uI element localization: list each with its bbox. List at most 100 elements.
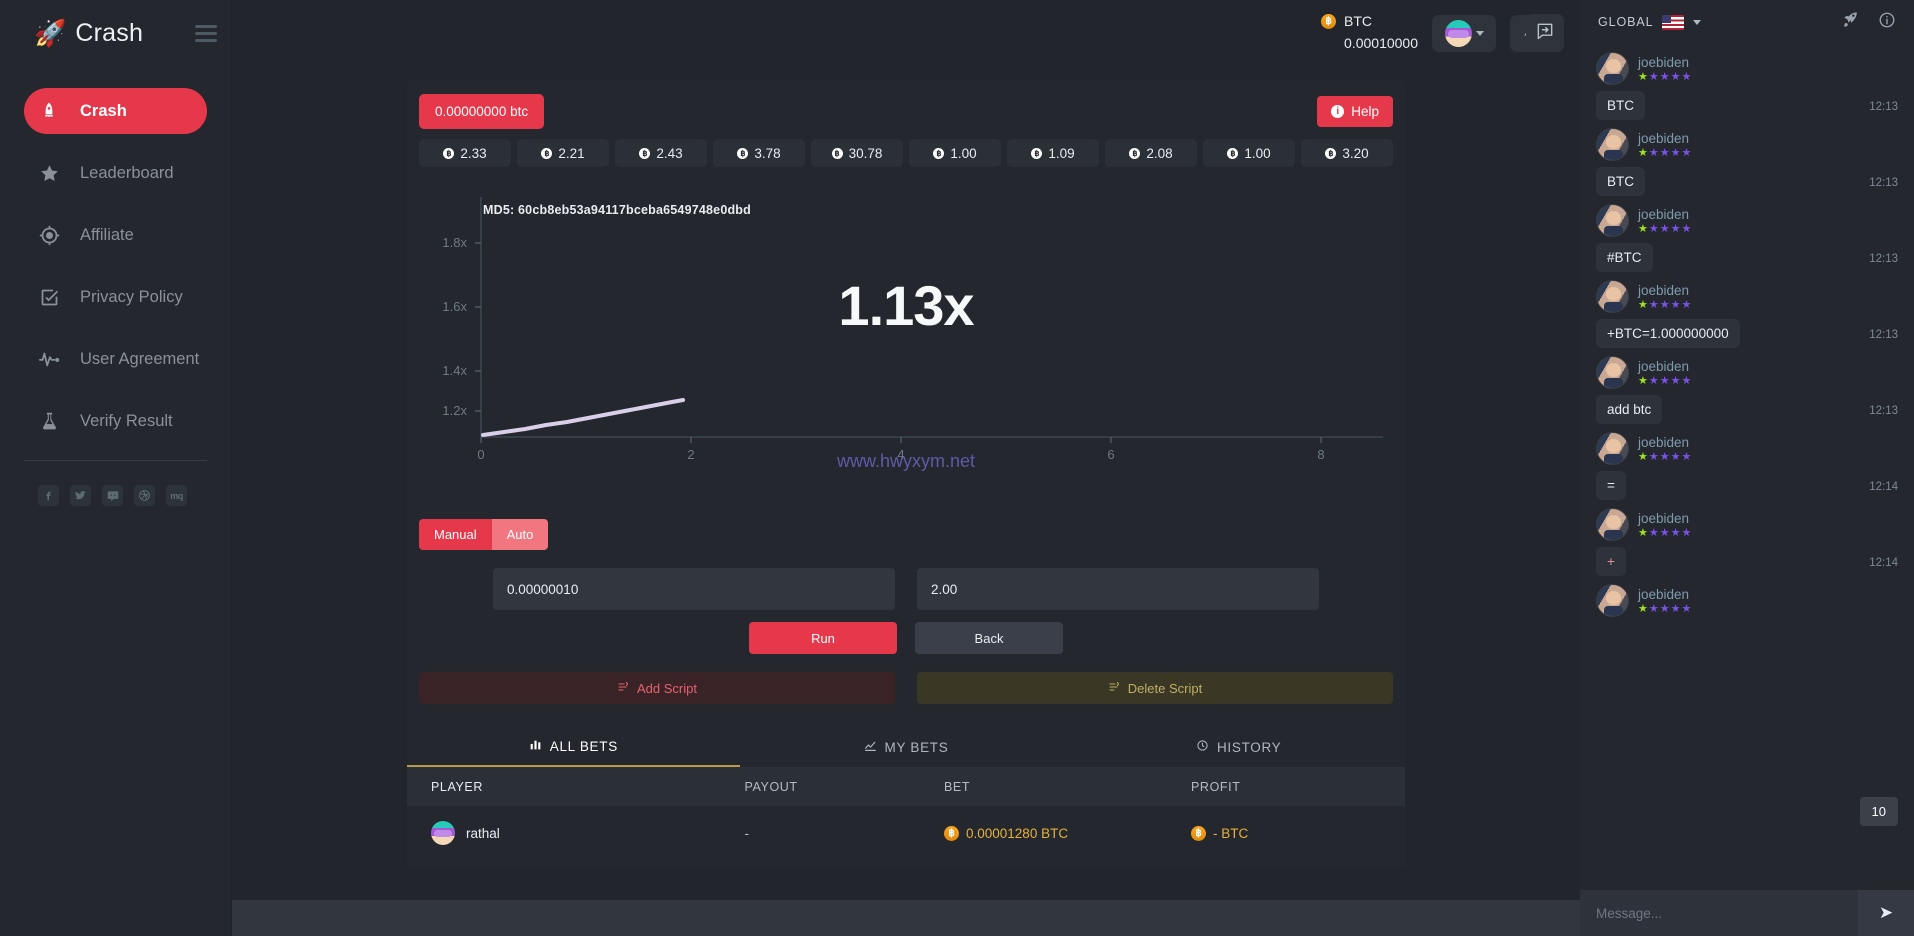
main-column: ฿ BTC 0.00010000 0.00000000 btc i Help ฿… (232, 0, 1580, 936)
help-button[interactable]: i Help (1317, 96, 1393, 127)
tab-my-bets[interactable]: MY BETS (740, 724, 1073, 767)
delete-script-button[interactable]: Delete Script (917, 672, 1393, 704)
bet-amount-value: 0.00000010 (507, 581, 579, 597)
action-buttons: Run Back (407, 610, 1405, 654)
chat-username[interactable]: joebiden (1638, 511, 1692, 526)
bar-chart-icon (529, 738, 542, 754)
script-buttons: Add Script Delete Script (407, 654, 1405, 704)
chat-message: joebiden ★★★★★ + 12:14 (1596, 508, 1898, 576)
history-chip[interactable]: ฿ 30.78 (811, 139, 903, 167)
brand[interactable]: 🚀 Crash (0, 0, 231, 66)
account-menu-button[interactable] (1432, 14, 1496, 52)
history-chip[interactable]: ฿ 2.33 (419, 139, 511, 167)
history-chip[interactable]: ฿ 1.00 (1203, 139, 1295, 167)
back-button[interactable]: Back (915, 622, 1063, 654)
chat-input[interactable]: Message... (1580, 890, 1858, 936)
sidebar-item-affiliate[interactable]: Affiliate (24, 212, 207, 258)
sidebar-item-verify-result[interactable]: Verify Result (24, 398, 207, 444)
btc-coin-icon: ฿ (933, 147, 945, 159)
dribbble-icon[interactable] (134, 485, 155, 506)
footer-panel (232, 900, 1580, 936)
history-chip[interactable]: ฿ 1.00 (909, 139, 1001, 167)
tab-all-bets[interactable]: ALL BETS (407, 724, 740, 767)
rocket-icon (38, 100, 60, 122)
add-script-button[interactable]: Add Script (419, 672, 895, 704)
btc-coin-icon: ฿ (737, 147, 749, 159)
avatar (1596, 204, 1629, 237)
chat-header: GLOBAL (1580, 0, 1914, 44)
balance-currency: BTC (1344, 13, 1373, 30)
btc-coin-icon: ฿ (1321, 14, 1337, 30)
tab-label: MY BETS (884, 739, 949, 755)
btc-coin-icon: ฿ (1227, 147, 1239, 159)
chat-username[interactable]: joebiden (1638, 207, 1692, 222)
sidebar: 🚀 Crash Crash Leaderboard Affiliate Priv… (0, 0, 232, 936)
mode-manual-button[interactable]: Manual (419, 519, 492, 550)
balance-amount: 0.00010000 (1344, 35, 1418, 51)
history-value: 2.08 (1146, 145, 1173, 161)
sidebar-item-privacy-policy[interactable]: Privacy Policy (24, 274, 207, 320)
avatar (1596, 508, 1629, 541)
history-chip[interactable]: ฿ 3.20 (1301, 139, 1393, 167)
info-icon: i (1331, 105, 1345, 118)
table-row[interactable]: rathal - ฿ 0.00001280 BTC ฿ - BTC (407, 806, 1405, 860)
tab-history[interactable]: HISTORY (1072, 724, 1405, 767)
chat-username[interactable]: joebiden (1638, 55, 1692, 70)
history-chip[interactable]: ฿ 2.21 (517, 139, 609, 167)
chat-panel-toggle-button[interactable] (1526, 14, 1564, 52)
auto-cashout-input[interactable]: 2.00 (917, 568, 1319, 610)
current-bet-chip[interactable]: 0.00000000 btc (419, 94, 545, 129)
chat-message: joebiden ★★★★★ BTC 12:13 (1596, 128, 1898, 196)
chat-username[interactable]: joebiden (1638, 131, 1692, 146)
history-chip[interactable]: ฿ 1.09 (1007, 139, 1099, 167)
mode-auto-button[interactable]: Auto (491, 519, 549, 550)
history-chip[interactable]: ฿ 2.43 (615, 139, 707, 167)
crash-chart: 1.8x 1.6x 1.4x 1.2x 0 2 4 6 8 MD5: 60cb8… (419, 179, 1393, 511)
sidebar-item-crash[interactable]: Crash (24, 88, 207, 134)
info-icon[interactable] (1878, 11, 1896, 34)
chat-message: joebiden ★★★★★ (1596, 584, 1898, 617)
rocket-icon[interactable] (1841, 10, 1860, 34)
chat-bubble: add btc (1596, 395, 1663, 424)
send-button[interactable]: ➤ (1858, 890, 1914, 936)
facebook-icon[interactable] (38, 485, 59, 506)
balance-display[interactable]: ฿ BTC 0.00010000 (1321, 11, 1418, 54)
auto-cashout-value: 2.00 (931, 581, 958, 597)
rank-stars: ★★★★★ (1638, 222, 1693, 235)
tab-label: ALL BETS (549, 738, 618, 754)
history-chip[interactable]: ฿ 3.78 (713, 139, 805, 167)
avatar (1596, 52, 1629, 85)
sidebar-item-label: Crash (80, 101, 127, 120)
game-header: 0.00000000 btc i Help (407, 80, 1405, 139)
chat-username[interactable]: joebiden (1638, 359, 1692, 374)
us-flag-icon[interactable] (1662, 14, 1685, 30)
run-button[interactable]: Run (749, 622, 897, 654)
btc-coin-icon: ฿ (541, 147, 553, 159)
unread-badge[interactable]: 10 (1859, 797, 1898, 826)
target-icon (38, 224, 60, 246)
discord-icon[interactable] (102, 485, 123, 506)
twitter-icon[interactable] (70, 485, 91, 506)
chat-username[interactable]: joebiden (1638, 435, 1692, 450)
bet-amount-input[interactable]: 0.00000010 (493, 568, 895, 610)
chat-toggle-icon (1535, 21, 1555, 46)
chat-timestamp: 12:13 (1869, 253, 1898, 265)
chat-timestamp: 12:13 (1869, 177, 1898, 189)
chat-bubble: #BTC (1596, 243, 1653, 272)
mq-icon[interactable]: mq (166, 485, 187, 506)
add-script-label: Add Script (637, 680, 697, 696)
column-payout: PAYOUT (744, 780, 798, 794)
chat-timestamp: 12:13 (1869, 329, 1898, 341)
rank-stars: ★★★★★ (1638, 602, 1693, 615)
sidebar-item-label: Verify Result (80, 411, 173, 430)
chat-bubble: + (1596, 547, 1626, 576)
chevron-down-icon[interactable] (1693, 19, 1702, 25)
chat-messages[interactable]: joebiden ★★★★★ BTC 12:13 joebiden ★★★★★ … (1580, 44, 1914, 890)
chat-username[interactable]: joebiden (1638, 587, 1692, 602)
chat-scope-label[interactable]: GLOBAL (1598, 15, 1653, 29)
hamburger-menu-icon[interactable] (195, 24, 217, 42)
sidebar-item-user-agreement[interactable]: User Agreement (24, 336, 207, 382)
chat-username[interactable]: joebiden (1638, 283, 1692, 298)
sidebar-item-leaderboard[interactable]: Leaderboard (24, 150, 207, 196)
history-chip[interactable]: ฿ 2.08 (1105, 139, 1197, 167)
